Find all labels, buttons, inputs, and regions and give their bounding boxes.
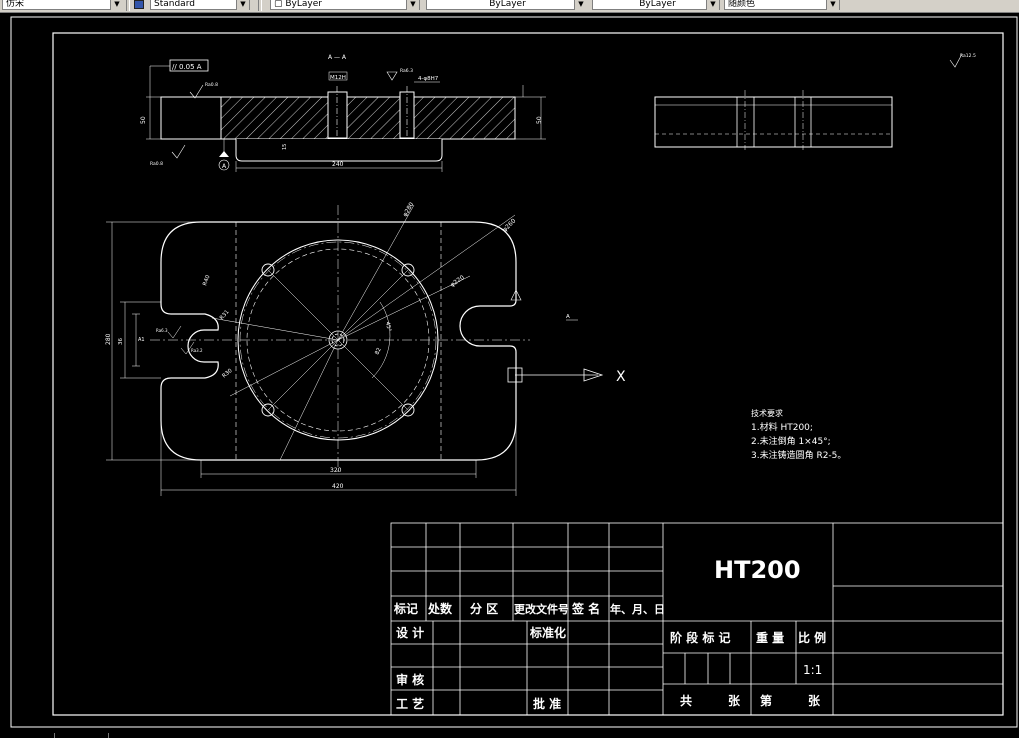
drawing-canvas[interactable]: A — A 50 50 240 15 M12H 4-φ8H7 // 0.05 A xyxy=(0,13,1019,738)
color-dropdown[interactable]: ▢ ByLayer xyxy=(270,0,420,10)
section-left-block xyxy=(160,96,222,140)
label-process: 工 艺 xyxy=(396,696,424,711)
scale-value: 1:1 xyxy=(803,663,822,677)
roughness-label-2: Ra0.8 xyxy=(150,161,163,167)
note-2: 2.未注倒角 1×45°; xyxy=(751,435,831,447)
label-page-no: 第 xyxy=(760,693,772,708)
dim-r1: R31 xyxy=(219,309,231,321)
layout-tab-divider xyxy=(54,733,55,738)
linetype-value: ByLayer xyxy=(489,0,526,9)
roughness-label-1: Ra0.8 xyxy=(205,82,218,88)
dim-r2: R30 xyxy=(221,368,234,380)
layout-tab-divider xyxy=(108,733,109,738)
dim-bottom-outer: 420 xyxy=(332,483,344,490)
dim-angle: 45° xyxy=(384,321,392,332)
dim-height: 280 xyxy=(105,333,112,345)
dim-slot-depth: 15 xyxy=(282,144,288,150)
note-3: 3.未注铸造圆角 R2-5。 xyxy=(751,449,846,461)
title-block-text: HT200 标记 处数 分 区 更改文件号 签 名 年、月、日 设 计 标准化 … xyxy=(393,556,826,711)
color-value: ByLayer xyxy=(285,0,322,9)
dim-bottom-inner: 320 xyxy=(330,467,342,474)
dim-diameter-bolt: φ260 xyxy=(501,217,517,233)
dim-length: 240 xyxy=(332,161,344,168)
label-standardize: 标准化 xyxy=(529,625,566,640)
material-label: HT200 xyxy=(714,556,801,584)
header-sign: 签 名 xyxy=(571,601,600,616)
label-total: 共 xyxy=(680,693,692,708)
plot-style-value: 随颜色 xyxy=(728,0,756,9)
dim-radius-corner: R40 xyxy=(202,274,212,287)
dim-center: 82 xyxy=(374,347,382,356)
label-scale: 比 例 xyxy=(798,630,826,645)
side-view xyxy=(654,90,893,150)
bottom-strip xyxy=(0,732,1019,738)
chevron-down-icon[interactable]: ▼ xyxy=(236,0,249,10)
header-mark: 标记 xyxy=(393,601,418,616)
label-sheets-2: 张 xyxy=(808,693,821,708)
section-label: A — A xyxy=(328,54,347,61)
base-outline xyxy=(160,221,517,461)
section-body xyxy=(220,96,516,140)
view-label: A xyxy=(566,314,570,320)
text-style-dropdown[interactable]: Standard xyxy=(150,0,250,10)
text-style-icon[interactable] xyxy=(134,0,144,9)
header-doc: 更改文件号 xyxy=(514,602,569,616)
toolbar-separator xyxy=(126,0,130,11)
chevron-down-icon[interactable]: ▼ xyxy=(574,0,587,10)
section-slot xyxy=(235,139,443,162)
dim-diameter-outer: φ280 xyxy=(402,201,416,218)
dim-hole-pin: 4-φ8H7 xyxy=(418,76,439,82)
dim-diameter-ring: φ220 xyxy=(449,274,466,289)
lineweight-dropdown[interactable]: ByLayer xyxy=(592,0,720,10)
dim-hole: M12H xyxy=(330,75,346,81)
toolbar: 仿宋 ▼ Standard ▼ ▢ ByLayer ▼ ByLayer ▼ By… xyxy=(0,0,1019,13)
label-review: 审 核 xyxy=(396,672,424,687)
header-count: 处数 xyxy=(427,601,453,616)
header-date: 年、月、日 xyxy=(610,602,665,616)
toolbar-separator xyxy=(258,0,262,11)
axis-x-label: X xyxy=(616,369,626,385)
text-font-value: 仿宋 xyxy=(6,0,25,9)
label-approve: 批 准 xyxy=(533,696,561,711)
label-design: 设 计 xyxy=(396,625,424,640)
text-font-dropdown[interactable]: 仿宋 xyxy=(2,0,112,10)
dim-width-right: 50 xyxy=(536,116,543,124)
plot-style-dropdown[interactable]: 随颜色 xyxy=(724,0,840,10)
section-view: A — A 50 50 240 15 M12H 4-φ8H7 // 0.05 A xyxy=(140,54,546,172)
chevron-down-icon[interactable]: ▼ xyxy=(406,0,419,10)
title-block xyxy=(390,522,1004,716)
roughness-label-3: Ra6.3 xyxy=(400,68,413,74)
dim-slot-width: 36 xyxy=(118,338,124,345)
lineweight-value: ByLayer xyxy=(639,0,676,9)
roughness-topright: Ra12.5 xyxy=(960,53,976,59)
plan-view: φ280 φ260 φ220 R40 45° 82 R31 R30 280 36… xyxy=(105,201,626,496)
note-1: 1.材料 HT200; xyxy=(751,421,813,433)
linetype-dropdown[interactable]: ByLayer xyxy=(426,0,586,10)
label-stage-mark: 阶 段 标 记 xyxy=(670,630,731,645)
label-weight: 重 量 xyxy=(756,630,784,645)
tolerance-text: // 0.05 A xyxy=(172,63,202,71)
chevron-down-icon[interactable]: ▼ xyxy=(826,0,839,10)
roughness-label-5: Ra3.2 xyxy=(191,348,203,353)
chevron-down-icon[interactable]: ▼ xyxy=(110,0,123,10)
dim-slot-inner: A1 xyxy=(138,337,145,343)
technical-notes: 技术要求 1.材料 HT200; 2.未注倒角 1×45°; 3.未注铸造圆角 … xyxy=(751,408,846,461)
section-hole-m12 xyxy=(327,91,348,139)
notes-title: 技术要求 xyxy=(751,408,783,418)
roughness-label-4: Ra6.3 xyxy=(156,328,168,333)
label-sheets-1: 张 xyxy=(728,693,741,708)
header-zone: 分 区 xyxy=(470,601,498,616)
datum-label: A xyxy=(222,163,227,170)
text-style-value: Standard xyxy=(154,0,195,9)
dim-width-left: 50 xyxy=(140,116,147,124)
chevron-down-icon[interactable]: ▼ xyxy=(706,0,719,10)
